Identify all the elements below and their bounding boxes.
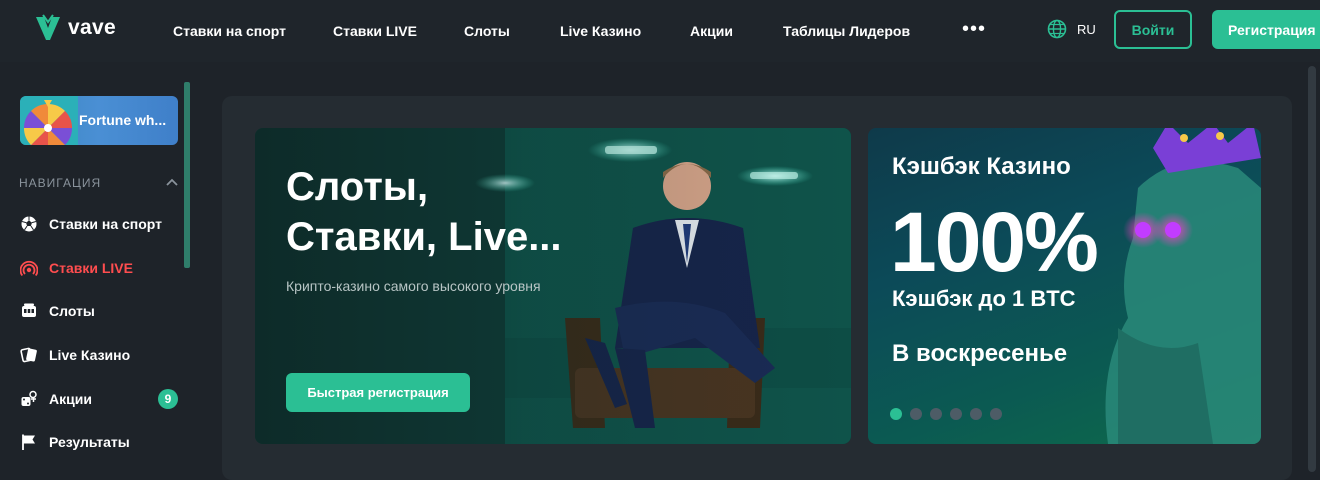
- navigation-heading: НАВИГАЦИЯ: [19, 176, 102, 190]
- nav-leaderboards[interactable]: Таблицы Лидеров: [783, 23, 910, 39]
- page-scrollbar[interactable]: [1308, 66, 1316, 472]
- nav-sports[interactable]: Ставки на спорт: [173, 23, 286, 39]
- top-header: vave Ставки на спорт Ставки LIVE Слоты L…: [0, 0, 1320, 62]
- register-button[interactable]: Регистрация: [1212, 10, 1320, 49]
- promo-dice-icon: [21, 390, 37, 406]
- hero-title: Слоты, Ставки, Live...: [286, 162, 562, 262]
- live-broadcast-icon: [20, 260, 38, 277]
- globe-icon: [1047, 19, 1067, 39]
- cashback-banner[interactable]: Кэшбэк Казино 100% Кэшбэк до 1 BTC В вос…: [868, 128, 1261, 444]
- hero-title-line2: Ставки, Live...: [286, 215, 562, 259]
- carousel-dot[interactable]: [950, 408, 962, 420]
- cashback-day: В воскресенье: [892, 340, 1068, 367]
- cashback-title: Кэшбэк Казино: [892, 153, 1071, 180]
- logo-text: vave: [68, 16, 116, 39]
- cashback-limit: Кэшбэк до 1 BTC: [892, 286, 1076, 311]
- sidebar-item-live[interactable]: Ставки LIVE: [20, 258, 133, 278]
- fortune-promo-label: Fortune wh...: [79, 112, 167, 128]
- soccer-ball-icon: [21, 216, 37, 232]
- sidebar-item-label: Live Казино: [49, 347, 131, 363]
- carousel-dot[interactable]: [890, 408, 902, 420]
- carousel-dot[interactable]: [930, 408, 942, 420]
- sidebar-item-slots[interactable]: Слоты: [20, 301, 95, 321]
- sidebar-item-label: Слоты: [49, 303, 95, 319]
- language-selector[interactable]: RU: [1047, 19, 1096, 39]
- main-hero-banner[interactable]: Слоты, Ставки, Live... Крипто-казино сам…: [255, 128, 851, 444]
- carousel-dot[interactable]: [990, 408, 1002, 420]
- nav-live-casino[interactable]: Live Казино: [560, 23, 641, 39]
- language-code: RU: [1077, 21, 1096, 37]
- hero-title-line1: Слоты,: [286, 165, 429, 209]
- sidebar-item-promotions[interactable]: Акции: [20, 389, 92, 409]
- nav-slots[interactable]: Слоты: [464, 23, 510, 39]
- login-button[interactable]: Войти: [1114, 10, 1192, 49]
- sidebar-scrollbar[interactable]: [184, 82, 190, 268]
- fortune-wheel-icon: [20, 96, 78, 145]
- chevron-up-icon[interactable]: [166, 178, 178, 186]
- flag-icon: [22, 434, 35, 450]
- nav-promotions[interactable]: Акции: [690, 23, 733, 39]
- hero-subtitle: Крипто-казино самого высокого уровня: [286, 278, 541, 294]
- cashback-percent: 100%: [890, 195, 1099, 289]
- quick-register-button[interactable]: Быстрая регистрация: [286, 373, 470, 412]
- promotions-count-badge: 9: [158, 389, 178, 409]
- more-dots-icon[interactable]: •••: [962, 19, 986, 39]
- nav-live[interactable]: Ставки LIVE: [333, 23, 417, 39]
- carousel-dot[interactable]: [970, 408, 982, 420]
- sidebar-item-sports[interactable]: Ставки на спорт: [20, 214, 162, 234]
- fortune-wheel-promo[interactable]: Fortune wh...: [20, 96, 178, 145]
- vave-logo[interactable]: vave: [34, 14, 116, 42]
- carousel-dots: [890, 408, 1010, 420]
- playing-cards-icon: [20, 347, 37, 363]
- sidebar-item-label: Акции: [49, 391, 92, 407]
- slot-machine-icon: [22, 303, 36, 317]
- carousel-dot[interactable]: [910, 408, 922, 420]
- vave-logo-icon: [36, 14, 60, 40]
- sidebar-item-label: Ставки LIVE: [49, 260, 133, 276]
- sidebar-item-live-casino[interactable]: Live Казино: [20, 345, 130, 365]
- sidebar-item-results[interactable]: Результаты: [20, 432, 130, 452]
- sidebar-item-label: Результаты: [49, 434, 130, 450]
- sidebar-item-label: Ставки на спорт: [49, 216, 163, 232]
